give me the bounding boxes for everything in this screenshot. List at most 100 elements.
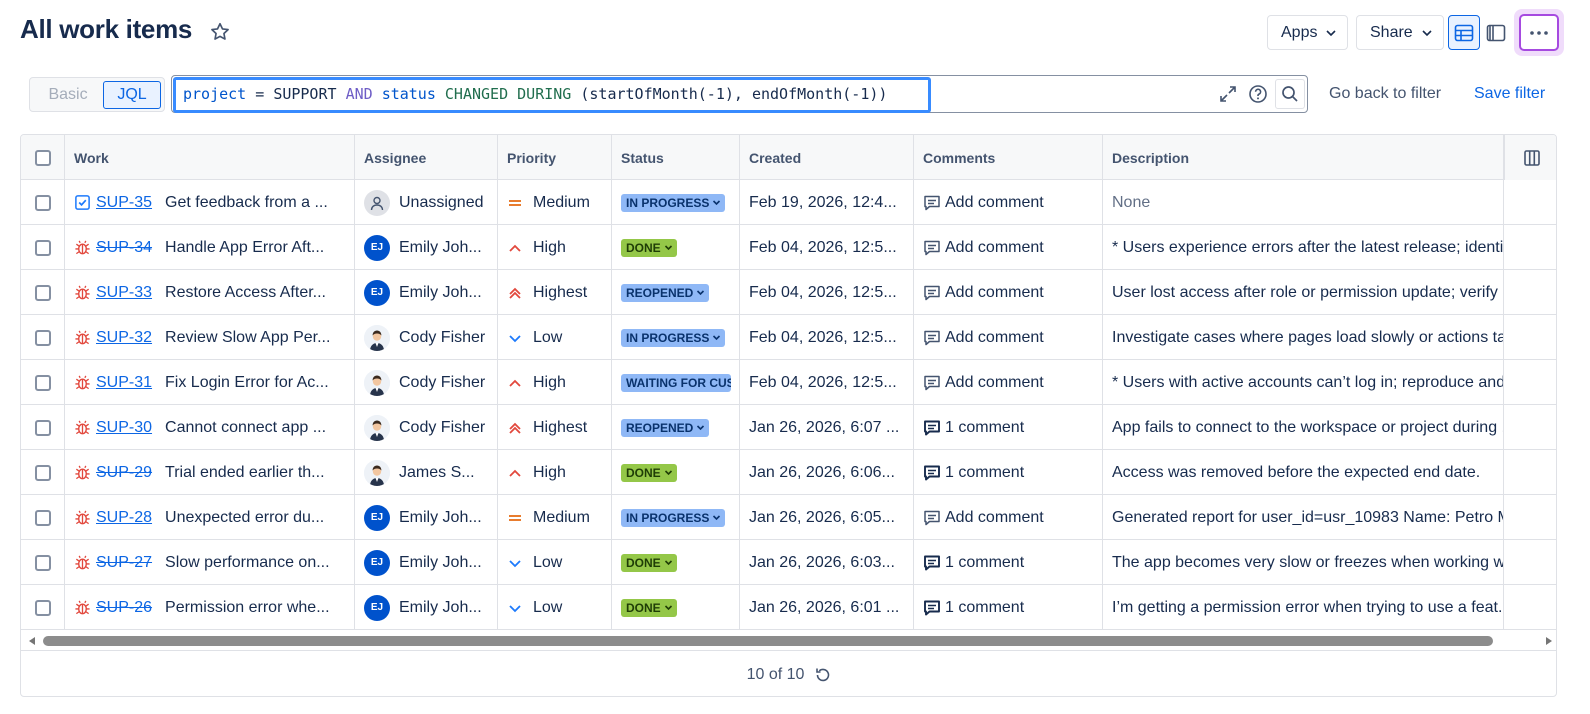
- work-item-key[interactable]: SUP-27: [96, 554, 152, 572]
- priority-cell[interactable]: Low: [498, 315, 612, 360]
- column-header-work[interactable]: Work: [65, 135, 355, 180]
- status-lozenge[interactable]: IN PROGRESS: [621, 328, 726, 347]
- assignee-cell[interactable]: EJ Emily Joh...: [355, 270, 498, 315]
- work-item-key[interactable]: SUP-32: [96, 329, 152, 347]
- jql-mode-button[interactable]: JQL: [103, 80, 161, 109]
- work-item-key[interactable]: SUP-30: [96, 419, 152, 437]
- assignee-cell[interactable]: EJ Emily Joh...: [355, 540, 498, 585]
- work-item-key[interactable]: SUP-31: [96, 374, 152, 392]
- table-row[interactable]: SUP-30 Cannot connect app ... Cody Fisher H…: [21, 405, 1556, 450]
- status-lozenge[interactable]: DONE: [621, 553, 677, 572]
- column-header-status[interactable]: Status: [612, 135, 740, 180]
- priority-cell[interactable]: Highest: [498, 405, 612, 450]
- comments-link[interactable]: 1 comment: [945, 419, 1024, 437]
- jql-search-field[interactable]: project = SUPPORT AND status CHANGED DUR…: [171, 75, 1308, 113]
- assignee-cell[interactable]: EJ Emily Joh...: [355, 225, 498, 270]
- row-checkbox[interactable]: [34, 599, 51, 616]
- row-checkbox[interactable]: [34, 554, 51, 571]
- horizontal-scrollbar[interactable]: [21, 633, 1556, 649]
- column-header-created[interactable]: Created: [740, 135, 914, 180]
- select-all-checkbox[interactable]: [34, 149, 51, 166]
- refresh-icon[interactable]: [814, 666, 832, 684]
- work-item-summary[interactable]: Permission error whe...: [165, 599, 330, 617]
- status-lozenge[interactable]: IN PROGRESS: [621, 508, 726, 527]
- work-item-summary[interactable]: Fix Login Error for Ac...: [165, 374, 329, 392]
- save-filter-link[interactable]: Save filter: [1474, 85, 1545, 103]
- row-checkbox[interactable]: [34, 239, 51, 256]
- row-checkbox[interactable]: [34, 374, 51, 391]
- apps-button[interactable]: Apps: [1267, 15, 1349, 50]
- search-button[interactable]: [1275, 79, 1305, 109]
- work-item-summary[interactable]: Review Slow App Per...: [165, 329, 330, 347]
- assignee-cell[interactable]: Cody Fisher: [355, 360, 498, 405]
- assignee-cell[interactable]: EJ Emily Joh...: [355, 585, 498, 630]
- work-item-key[interactable]: SUP-26: [96, 599, 152, 617]
- table-row[interactable]: SUP-31 Fix Login Error for Ac... Cody Fish…: [21, 360, 1556, 405]
- comments-link[interactable]: Add comment: [945, 509, 1044, 527]
- go-back-to-filter-link[interactable]: Go back to filter: [1329, 85, 1441, 103]
- status-lozenge[interactable]: WAITING FOR CUSTOMER: [621, 373, 731, 392]
- assignee-cell[interactable]: EJ Emily Joh...: [355, 495, 498, 540]
- comments-link[interactable]: Add comment: [945, 239, 1044, 257]
- column-header-priority[interactable]: Priority: [498, 135, 612, 180]
- share-button[interactable]: Share: [1356, 15, 1444, 50]
- row-checkbox[interactable]: [34, 329, 51, 346]
- scroll-right-icon[interactable]: [1544, 636, 1554, 646]
- work-item-summary[interactable]: Restore Access After...: [165, 284, 326, 302]
- priority-cell[interactable]: Low: [498, 540, 612, 585]
- row-checkbox[interactable]: [34, 464, 51, 481]
- priority-cell[interactable]: High: [498, 360, 612, 405]
- assignee-cell[interactable]: Cody Fisher: [355, 405, 498, 450]
- comments-link[interactable]: Add comment: [945, 329, 1044, 347]
- table-row[interactable]: SUP-33 Restore Access After... EJ Emily Joh…: [21, 270, 1556, 315]
- priority-cell[interactable]: High: [498, 450, 612, 495]
- row-checkbox[interactable]: [34, 194, 51, 211]
- detail-view-button[interactable]: [1480, 15, 1512, 50]
- priority-cell[interactable]: Medium: [498, 180, 612, 225]
- comments-link[interactable]: 1 comment: [945, 464, 1024, 482]
- assignee-cell[interactable]: Cody Fisher: [355, 315, 498, 360]
- comments-link[interactable]: 1 comment: [945, 599, 1024, 617]
- column-picker-button[interactable]: [1504, 135, 1556, 180]
- column-header-assignee[interactable]: Assignee: [355, 135, 498, 180]
- list-view-button[interactable]: [1448, 15, 1480, 50]
- comments-link[interactable]: Add comment: [945, 194, 1044, 212]
- status-lozenge[interactable]: IN PROGRESS: [621, 193, 726, 212]
- status-lozenge[interactable]: DONE: [621, 238, 677, 257]
- work-item-summary[interactable]: Slow performance on...: [165, 554, 330, 572]
- table-row[interactable]: SUP-26 Permission error whe... EJ Emily Joh…: [21, 585, 1556, 630]
- table-row[interactable]: SUP-28 Unexpected error du... EJ Emily Joh.…: [21, 495, 1556, 540]
- row-checkbox[interactable]: [34, 509, 51, 526]
- row-checkbox[interactable]: [34, 419, 51, 436]
- status-lozenge[interactable]: REOPENED: [621, 283, 710, 302]
- table-row[interactable]: SUP-27 Slow performance on... EJ Emily Joh.…: [21, 540, 1556, 585]
- star-icon[interactable]: [209, 21, 231, 43]
- work-item-summary[interactable]: Get feedback from a ...: [165, 194, 328, 212]
- table-row[interactable]: SUP-35 Get feedback from a ... Unassigned M…: [21, 180, 1556, 225]
- jql-query[interactable]: project = SUPPORT AND status CHANGED DUR…: [183, 85, 887, 103]
- expand-button[interactable]: [1213, 79, 1243, 109]
- comments-link[interactable]: Add comment: [945, 374, 1044, 392]
- more-actions-button[interactable]: [1519, 14, 1559, 51]
- priority-cell[interactable]: High: [498, 225, 612, 270]
- status-lozenge[interactable]: REOPENED: [621, 418, 710, 437]
- priority-cell[interactable]: Highest: [498, 270, 612, 315]
- assignee-cell[interactable]: Unassigned: [355, 180, 498, 225]
- table-row[interactable]: SUP-34 Handle App Error Aft... EJ Emily Joh…: [21, 225, 1556, 270]
- work-item-summary[interactable]: Cannot connect app ...: [165, 419, 326, 437]
- table-row[interactable]: SUP-29 Trial ended earlier th... James S..…: [21, 450, 1556, 495]
- work-item-key[interactable]: SUP-33: [96, 284, 152, 302]
- column-header-comments[interactable]: Comments: [914, 135, 1103, 180]
- column-header-description[interactable]: Description: [1103, 135, 1504, 180]
- work-item-key[interactable]: SUP-35: [96, 194, 152, 212]
- work-item-summary[interactable]: Trial ended earlier th...: [165, 464, 324, 482]
- work-item-summary[interactable]: Handle App Error Aft...: [165, 239, 324, 257]
- scroll-left-icon[interactable]: [27, 636, 37, 646]
- basic-mode-button[interactable]: Basic: [33, 81, 103, 109]
- priority-cell[interactable]: Medium: [498, 495, 612, 540]
- work-item-key[interactable]: SUP-28: [96, 509, 152, 527]
- status-lozenge[interactable]: DONE: [621, 463, 677, 482]
- priority-cell[interactable]: Low: [498, 585, 612, 630]
- table-row[interactable]: SUP-32 Review Slow App Per... Cody Fisher L…: [21, 315, 1556, 360]
- assignee-cell[interactable]: James S...: [355, 450, 498, 495]
